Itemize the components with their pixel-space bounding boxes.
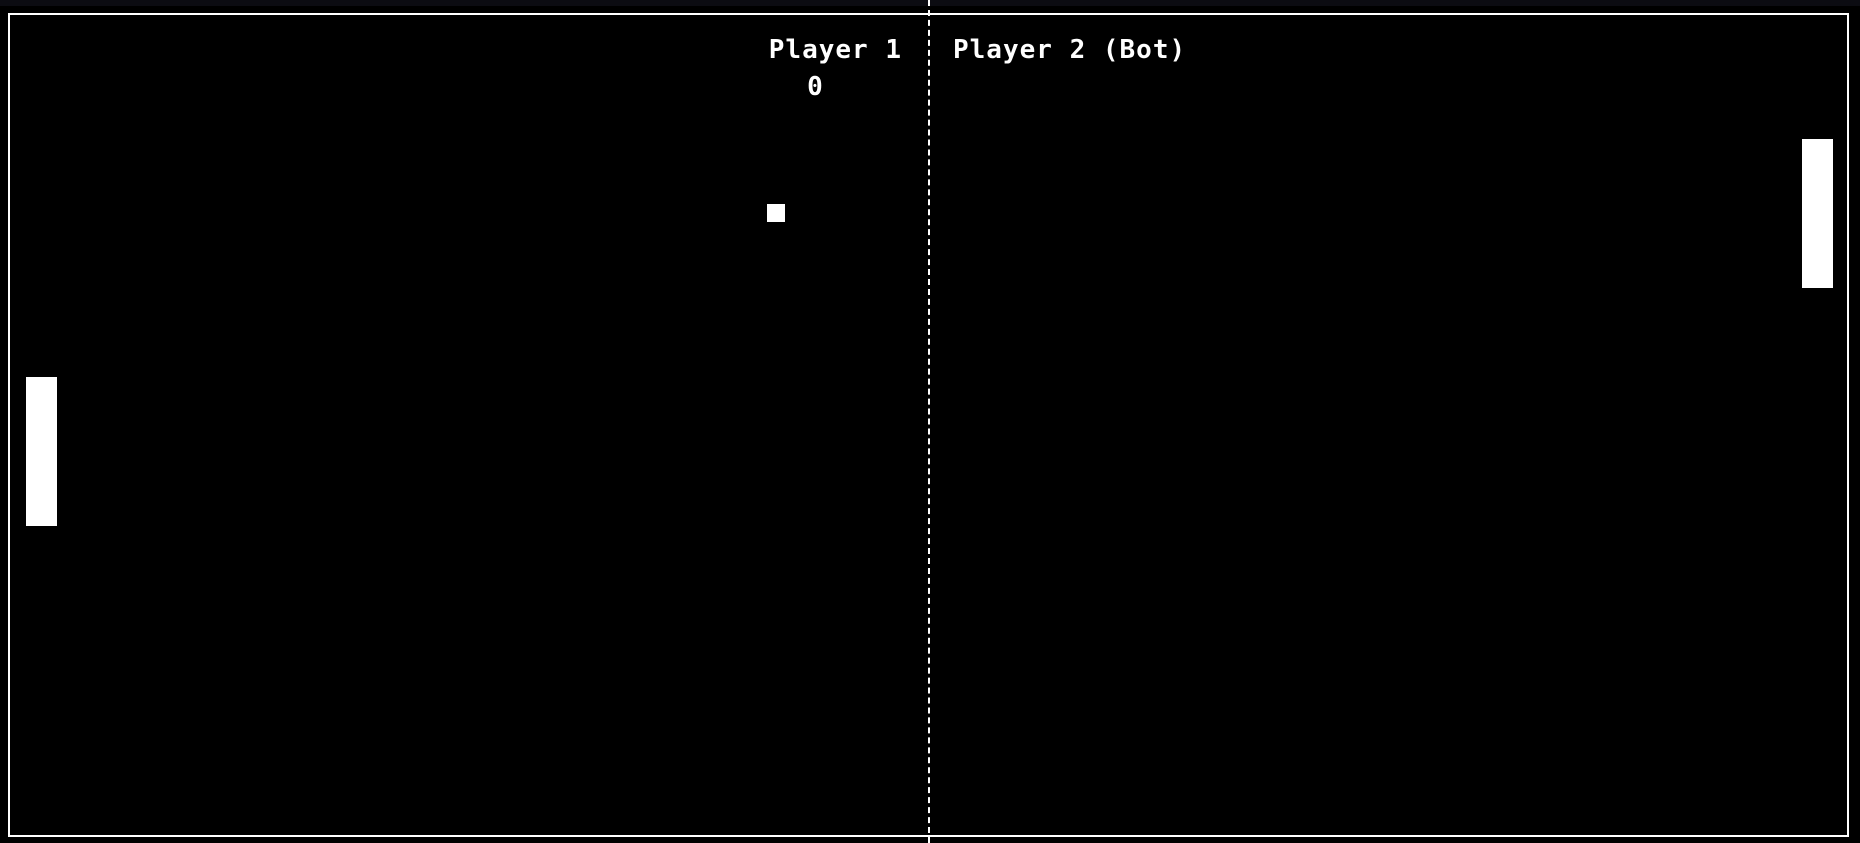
left-paddle[interactable] <box>26 377 57 526</box>
center-net-line <box>928 0 930 843</box>
window-top-strip <box>0 0 1860 6</box>
player-2-label: Player 2 (Bot) <box>953 35 1187 65</box>
ball <box>767 204 785 222</box>
right-paddle <box>1802 139 1833 288</box>
player-1-label: Player 1 <box>768 35 902 65</box>
player-1-score: 0 <box>807 72 823 102</box>
